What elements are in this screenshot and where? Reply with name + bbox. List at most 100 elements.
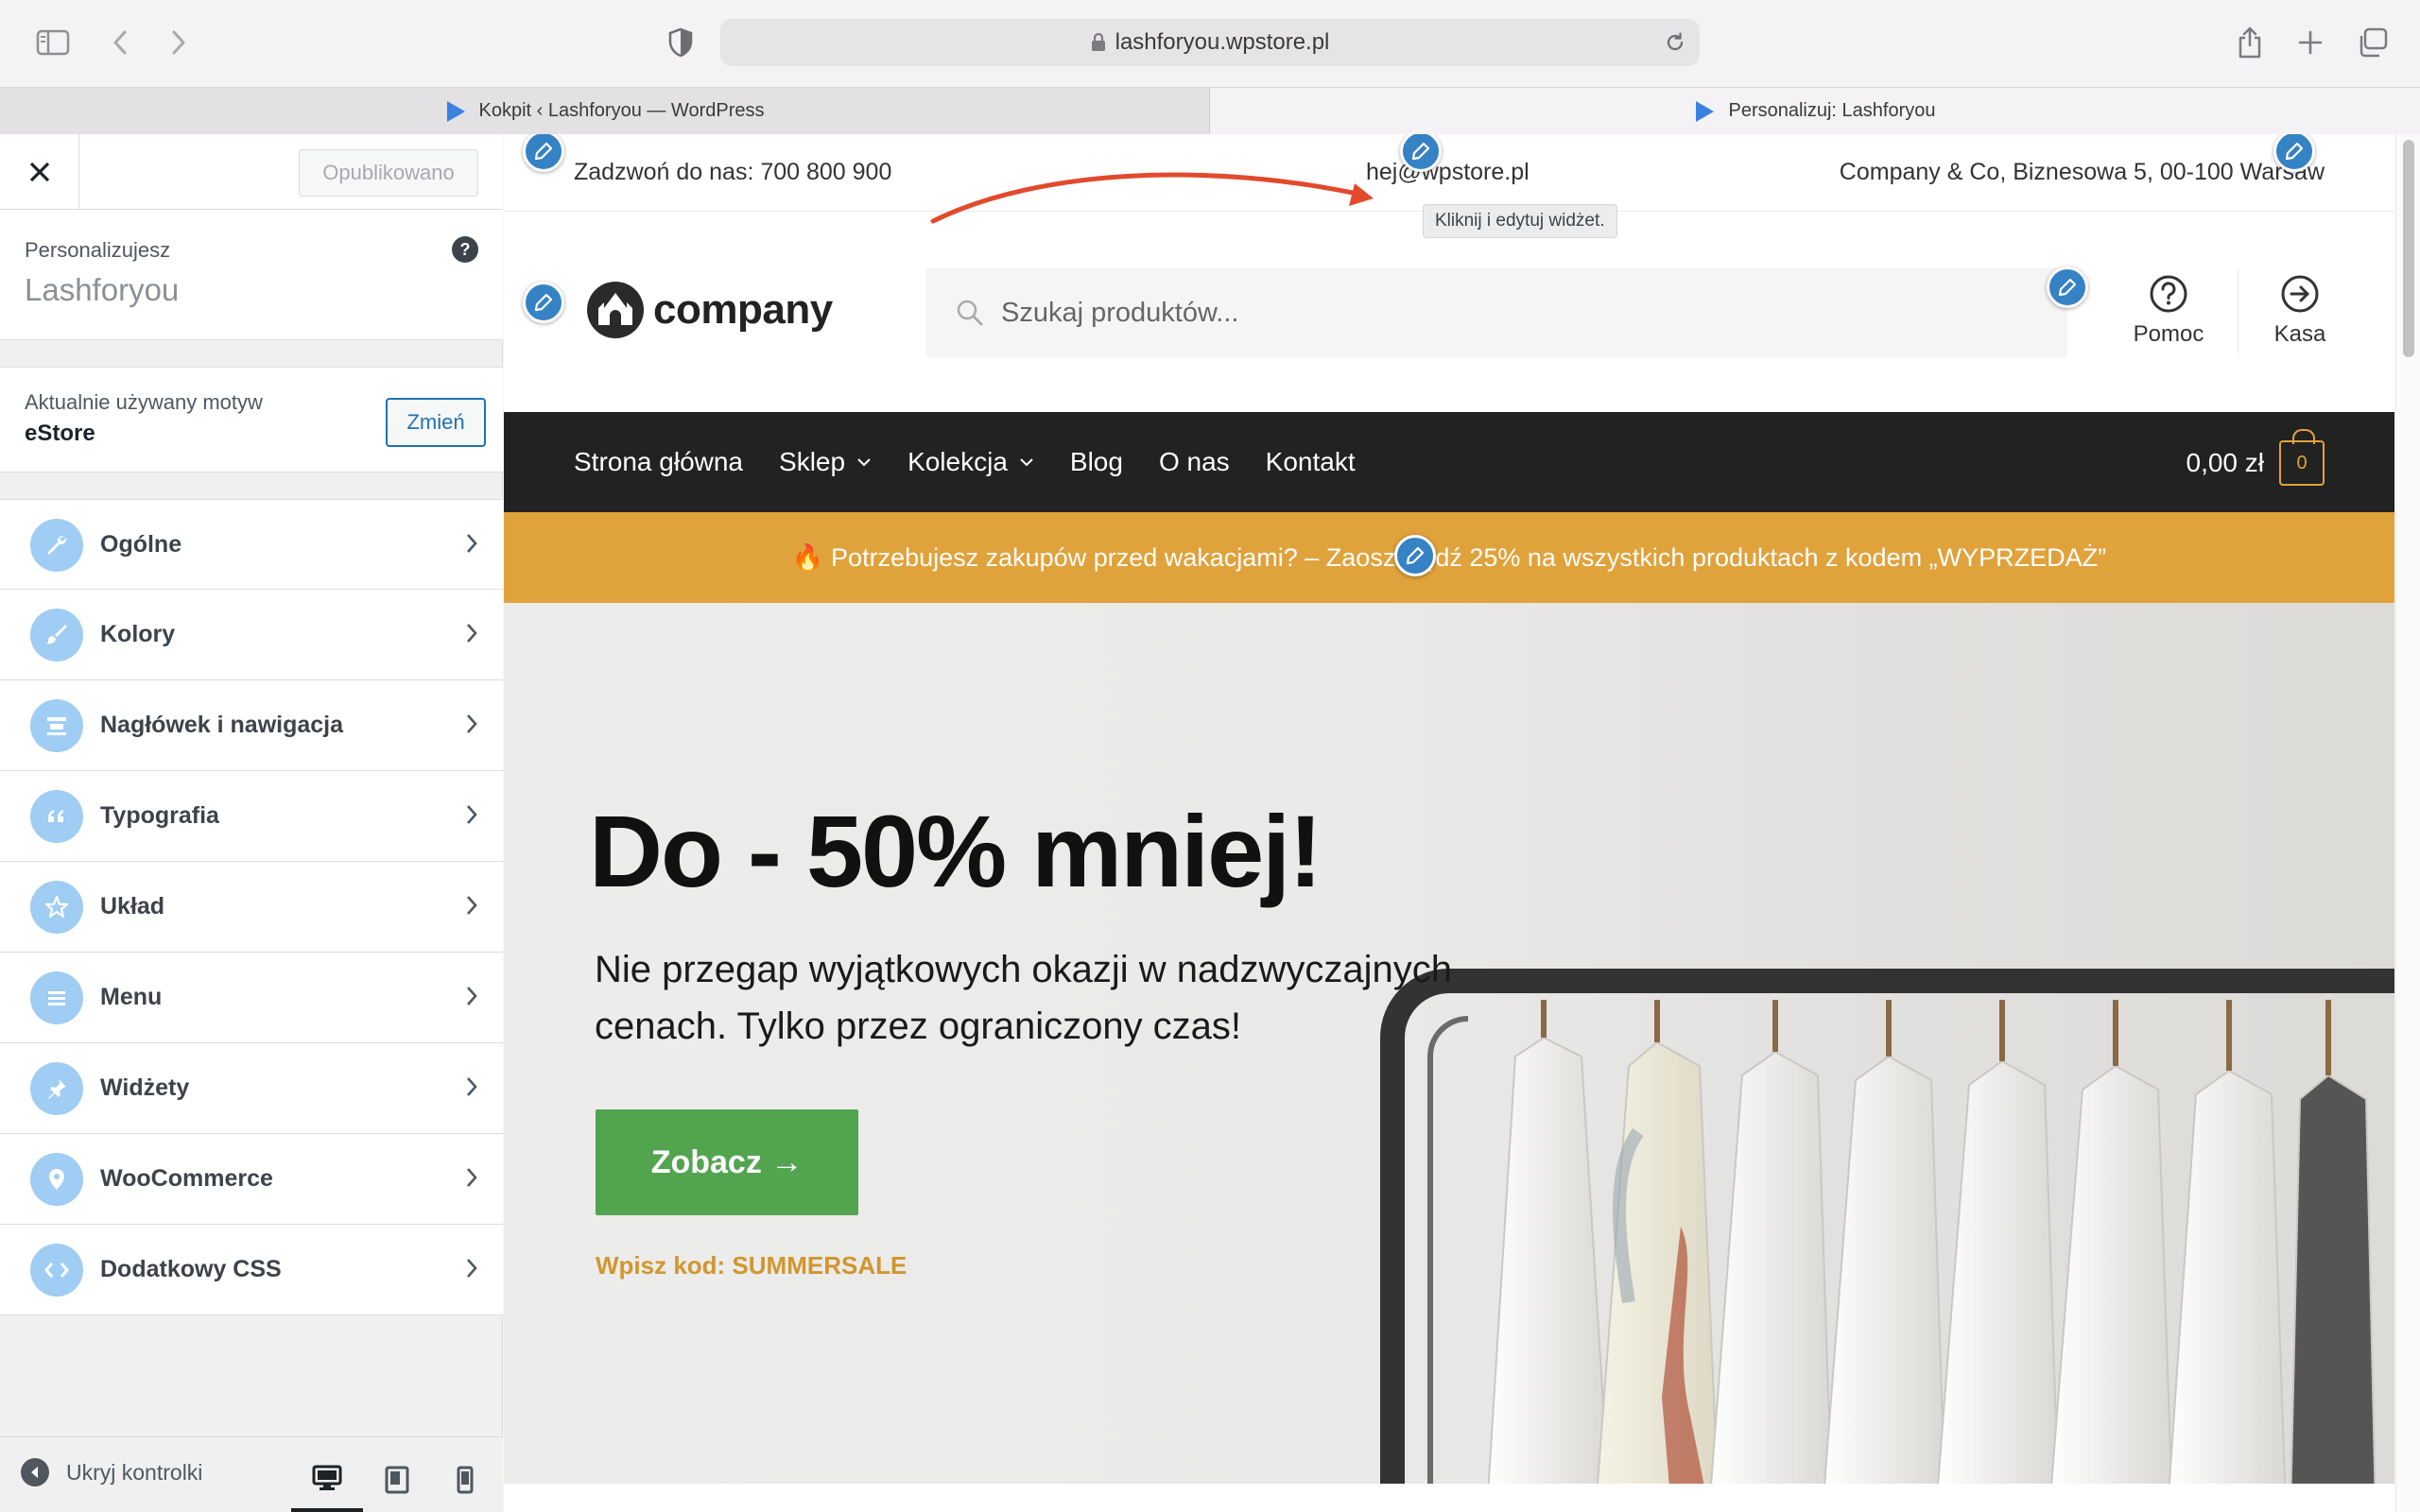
nav-label: Blog [1069, 447, 1123, 476]
cart-count: 0 [2296, 452, 2308, 473]
search-icon [956, 299, 984, 327]
nav-item-about[interactable]: O nas [1159, 447, 1230, 477]
checkout-link[interactable]: Kasa [2264, 274, 2336, 348]
section-menu[interactable]: Menu [0, 953, 503, 1043]
arrow-circle-right-icon [2264, 274, 2336, 314]
help-link[interactable]: Pomoc [2126, 274, 2211, 348]
chevron-right-icon [465, 985, 478, 1007]
active-theme-panel: Aktualnie używany motyw eStore Zmień [0, 367, 503, 472]
address-text: Company & Co, Biznesowa 5, 00-100 Warsaw [1839, 159, 2325, 185]
promo-text: 🔥 Potrzebujesz zakupów przed wakacjami? … [791, 543, 2107, 572]
forward-icon[interactable] [164, 23, 193, 62]
nav-label: Kontakt [1265, 447, 1356, 476]
section-label: WooCommerce [100, 1165, 273, 1192]
sidebar-toggle-icon[interactable] [32, 23, 74, 62]
site-top-bar: Zadzwoń do nas: 700 800 900 hej@wpstore.… [504, 134, 2394, 212]
back-icon[interactable] [106, 23, 134, 62]
browser-toolbar: lashforyou.wpstore.pl [0, 0, 2420, 87]
tab-overview-icon[interactable] [2354, 23, 2392, 62]
section-label: Kolory [100, 621, 176, 647]
tab-title: Kokpit ‹ Lashforyou — WordPress [478, 100, 765, 121]
chevron-right-icon [465, 1166, 478, 1189]
chevron-right-icon [465, 1257, 478, 1280]
site-logo[interactable]: company [585, 280, 833, 340]
active-theme-label: Aktualnie używany motyw [25, 390, 263, 414]
help-icon[interactable]: ? [452, 236, 478, 263]
section-widgets[interactable]: Widżety [0, 1043, 503, 1134]
chevron-right-icon [465, 713, 478, 735]
section-header-navigation[interactable]: Nagłówek i nawigacja [0, 680, 503, 771]
hero-title: Do - 50% mniej! [589, 794, 1322, 908]
nav-label: O nas [1158, 447, 1230, 476]
location-icon [30, 1153, 83, 1206]
search-input[interactable] [1001, 297, 1946, 329]
company-logo-icon [587, 282, 644, 338]
chevron-down-icon [1019, 457, 1034, 467]
section-colors[interactable]: Kolory [0, 590, 503, 680]
cart-button[interactable]: 0,00 zł 0 [2187, 429, 2325, 486]
quote-icon [30, 790, 83, 843]
play-favicon-icon [1694, 100, 1715, 123]
nav-item-home[interactable]: Strona główna [574, 447, 743, 477]
edit-pencil-icon[interactable] [2047, 266, 2088, 308]
desktop-preview-icon[interactable] [291, 1447, 363, 1512]
hero-subtitle: Nie przegap wyjątkowych okazji w nadzwyc… [595, 949, 1453, 1047]
section-typography[interactable]: Typografia [0, 771, 503, 862]
preview-scrollbar[interactable] [2395, 134, 2420, 1512]
new-tab-icon[interactable] [2293, 23, 2327, 62]
hide-controls-label: Ukryj kontrolki [66, 1459, 203, 1485]
section-label: Układ [100, 893, 165, 919]
shopping-bag-icon: 0 [2279, 429, 2325, 486]
close-icon[interactable] [0, 134, 79, 210]
email-text: hej@wpstore.pl [1366, 159, 1530, 185]
hero-section: Do - 50% mniej! Nie przegap wyjątkowych … [504, 603, 2394, 1484]
logo-text: company [653, 286, 833, 333]
tablet-preview-icon[interactable] [361, 1447, 433, 1512]
nav-item-blog[interactable]: Blog [1070, 447, 1123, 477]
section-label: Typografia [100, 802, 219, 829]
customizer-sidebar: Opublikowano Personalizujesz Lashforyou … [0, 134, 503, 1512]
brush-icon [30, 609, 83, 662]
hero-cta-button[interactable]: Zobacz → [596, 1109, 858, 1215]
section-label: Menu [100, 984, 163, 1010]
site-name: Lashforyou [25, 272, 180, 307]
nav-item-collection[interactable]: Kolekcja [908, 447, 1034, 477]
edit-pencil-icon[interactable] [523, 282, 564, 323]
annotation-arrow [930, 172, 1374, 224]
edit-pencil-icon[interactable] [1394, 535, 1436, 576]
section-label: Dodatkowy CSS [100, 1256, 282, 1282]
nav-label: Sklep [779, 447, 846, 476]
section-general[interactable]: Ogólne [0, 499, 503, 590]
section-additional-css[interactable]: Dodatkowy CSS [0, 1225, 503, 1315]
section-layout[interactable]: Układ [0, 862, 503, 953]
tab-customizer[interactable]: Personalizuj: Lashforyou [1210, 88, 2420, 134]
publish-button[interactable]: Opublikowano [299, 149, 478, 197]
chevron-right-icon [465, 803, 478, 826]
mobile-preview-icon[interactable] [429, 1447, 501, 1512]
nav-item-shop[interactable]: Sklep [779, 447, 872, 477]
menu-icon [30, 971, 83, 1024]
share-icon[interactable] [2233, 23, 2267, 62]
section-label: Ogólne [100, 530, 182, 558]
section-woocommerce[interactable]: WooCommerce [0, 1134, 503, 1225]
below-hero-strip [504, 1484, 2394, 1512]
pin-icon [30, 1062, 83, 1115]
scrollbar-thumb[interactable] [2403, 140, 2414, 357]
tab-dashboard[interactable]: Kokpit ‹ Lashforyou — WordPress [0, 88, 1210, 134]
play-favicon-icon [445, 100, 466, 123]
customizing-label: Personalizujesz [25, 238, 171, 262]
checkout-label: Kasa [2273, 321, 2326, 347]
reload-icon[interactable] [1664, 31, 1686, 60]
product-search[interactable] [925, 268, 2067, 357]
chevron-right-icon [465, 532, 478, 555]
nav-item-contact[interactable]: Kontakt [1266, 447, 1356, 477]
address-bar[interactable]: lashforyou.wpstore.pl [720, 19, 1700, 66]
change-theme-button[interactable]: Zmień [386, 398, 486, 447]
active-theme-name: eStore [25, 421, 95, 446]
customizer-info: Personalizujesz Lashforyou ? [0, 210, 503, 340]
section-label: Widżety [100, 1074, 190, 1101]
privacy-shield-icon[interactable] [664, 23, 698, 62]
edit-widget-tooltip: Kliknij i edytuj widżet. [1423, 204, 1617, 238]
customizer-header: Opublikowano [0, 134, 503, 210]
hide-controls-button[interactable]: Ukryj kontrolki [21, 1458, 202, 1486]
